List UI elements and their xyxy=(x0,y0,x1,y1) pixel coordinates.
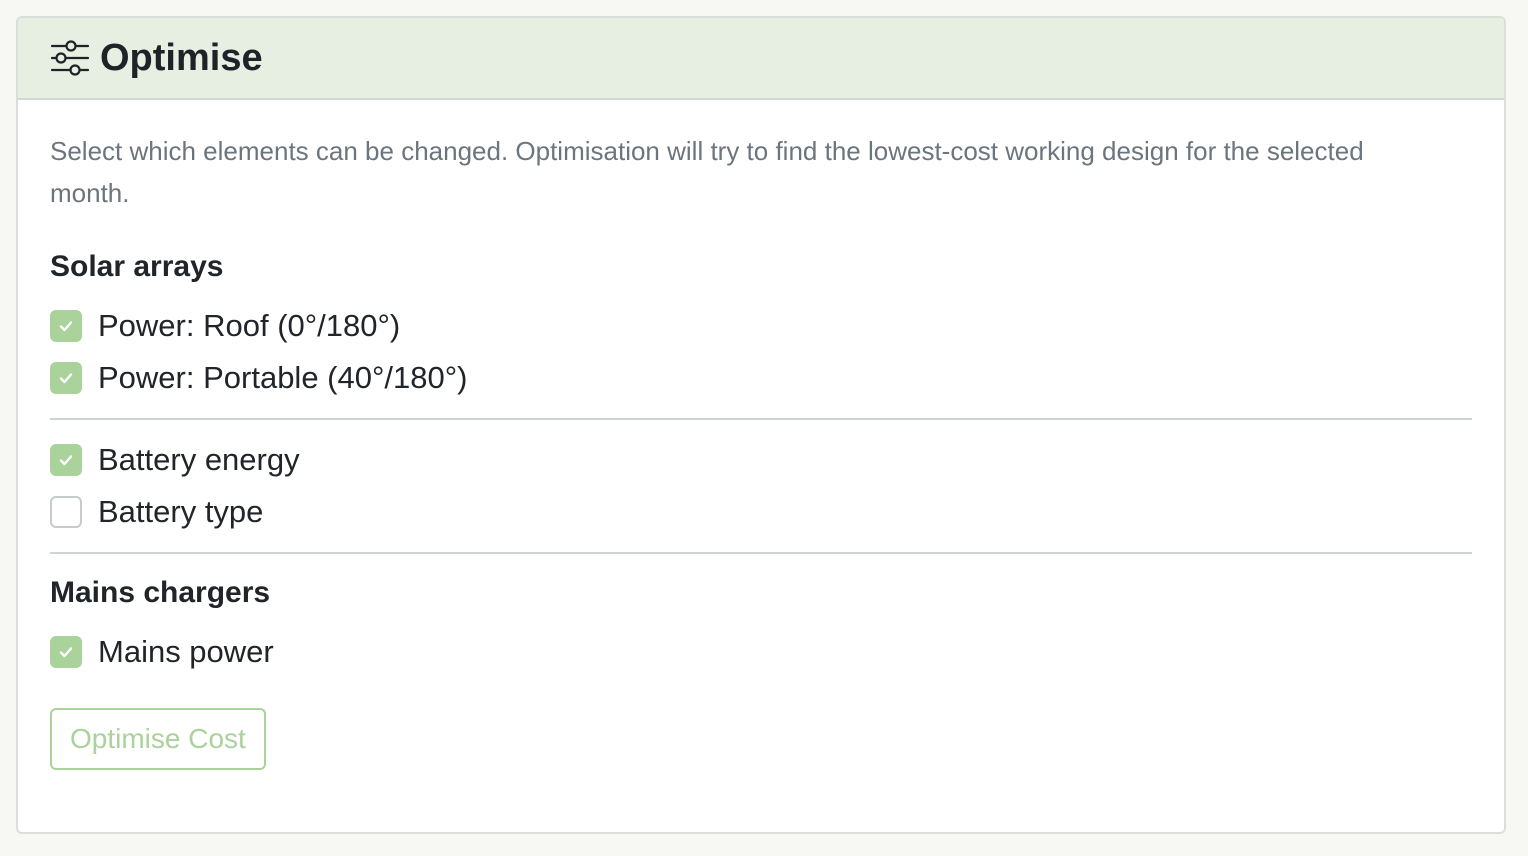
option-label: Battery type xyxy=(98,494,264,529)
optimise-panel: Optimise Select which elements can be ch… xyxy=(16,16,1506,834)
checkbox-mains-power[interactable] xyxy=(50,636,82,668)
option-mains-power[interactable]: Mains power xyxy=(50,626,1472,678)
section-heading-mains-chargers: Mains chargers xyxy=(50,576,271,609)
checkmark-icon xyxy=(59,373,73,384)
checkbox-battery-energy[interactable] xyxy=(50,444,82,476)
checkmark-icon xyxy=(59,321,73,332)
optimise-cost-button[interactable]: Optimise Cost xyxy=(50,708,266,770)
option-label: Battery energy xyxy=(98,442,300,477)
checkmark-icon xyxy=(59,455,73,466)
checkbox-battery-type[interactable] xyxy=(50,496,82,528)
option-label: Mains power xyxy=(98,634,274,669)
sliders-icon xyxy=(50,38,90,78)
option-label: Power: Portable (40°/180°) xyxy=(98,360,468,395)
panel-description: Select which elements can be changed. Op… xyxy=(50,136,1364,208)
option-battery-energy[interactable]: Battery energy xyxy=(50,434,1472,486)
section-heading-solar-arrays: Solar arrays xyxy=(50,250,224,283)
panel-title: Optimise xyxy=(100,36,263,79)
panel-body: Select which elements can be changed. Op… xyxy=(18,100,1504,770)
option-roof-power[interactable]: Power: Roof (0°/180°) xyxy=(50,300,1472,352)
checkbox-roof-power[interactable] xyxy=(50,310,82,342)
divider xyxy=(50,418,1472,420)
checkmark-icon xyxy=(59,647,73,658)
checkbox-portable-power[interactable] xyxy=(50,362,82,394)
panel-header: Optimise xyxy=(18,18,1504,100)
option-portable-power[interactable]: Power: Portable (40°/180°) xyxy=(50,352,1472,404)
option-battery-type[interactable]: Battery type xyxy=(50,486,1472,538)
divider xyxy=(50,552,1472,554)
option-label: Power: Roof (0°/180°) xyxy=(98,308,401,343)
